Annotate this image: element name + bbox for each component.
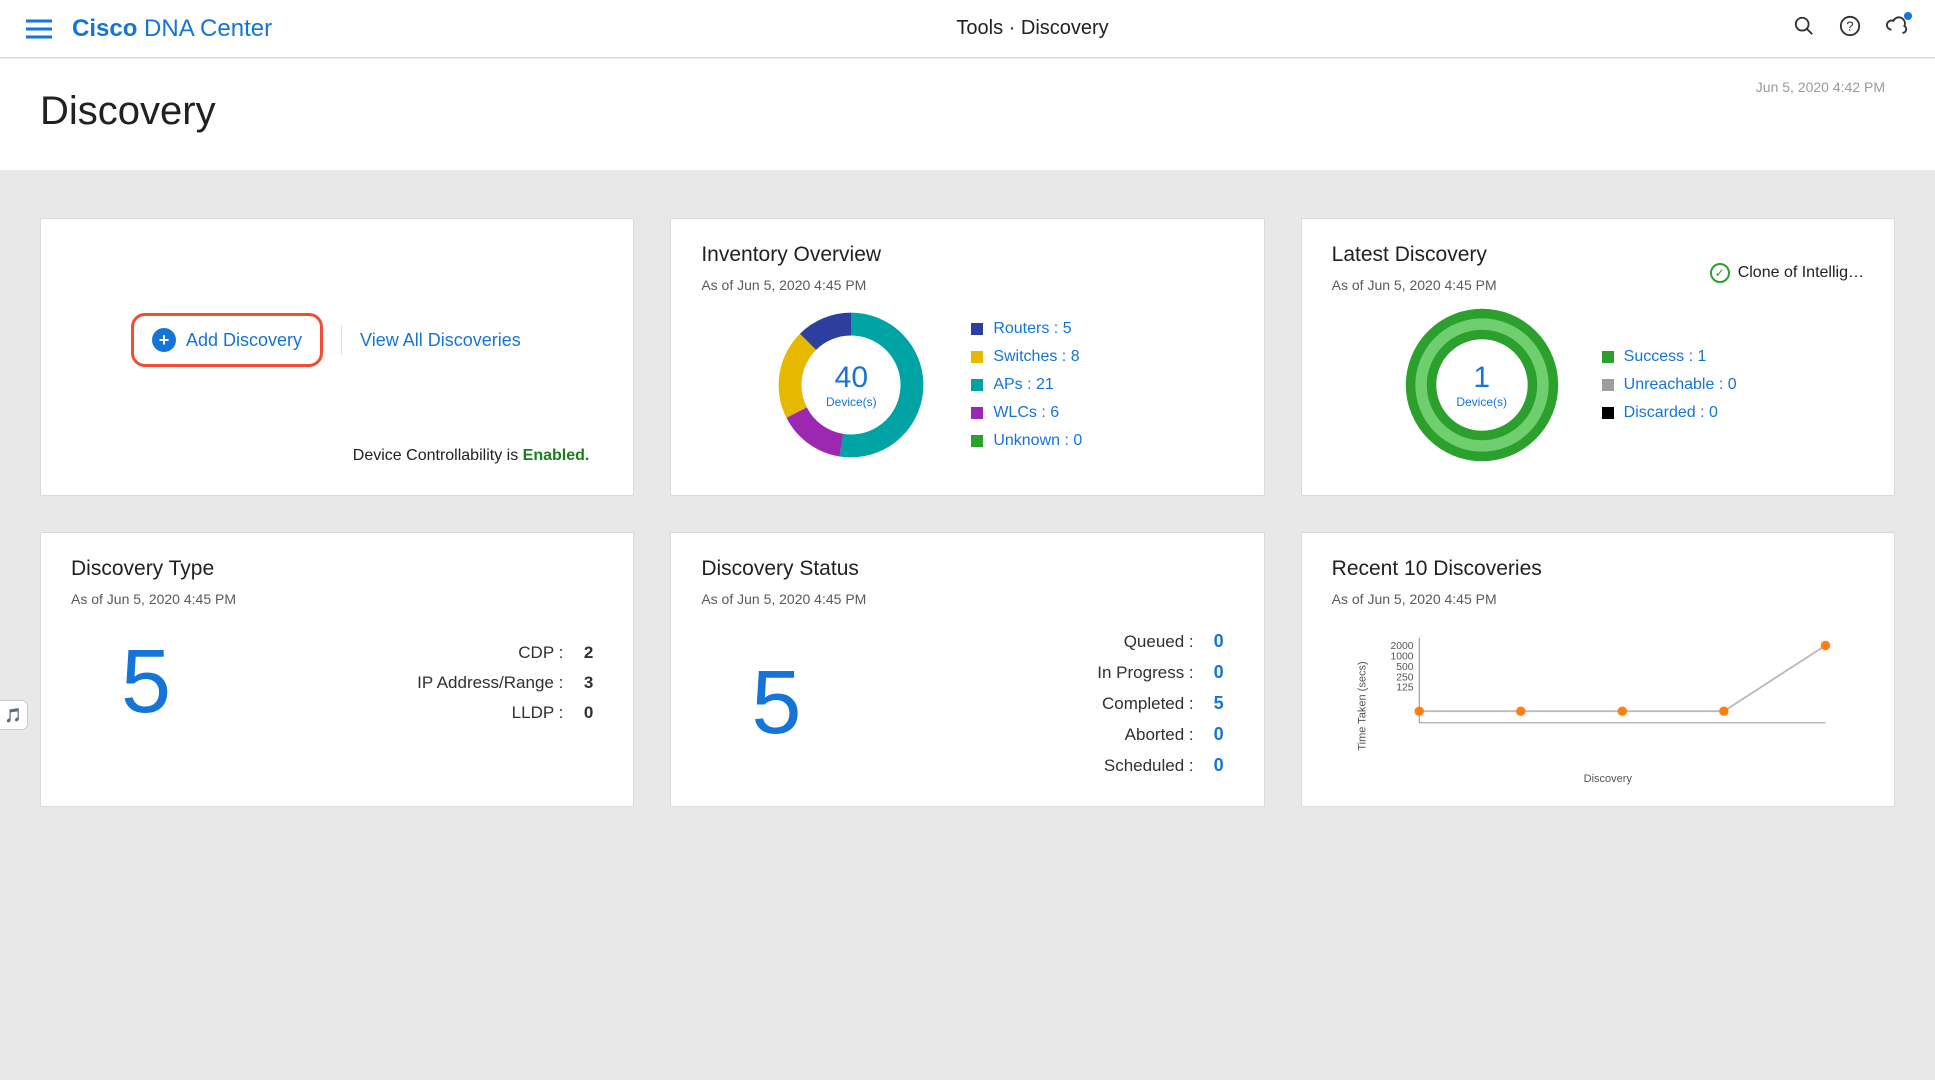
status-count-link[interactable]: 0 xyxy=(1204,662,1224,683)
help-icon[interactable]: ? xyxy=(1839,15,1861,42)
kv-row: Queued :0 xyxy=(1124,631,1224,652)
legend-item[interactable]: Discarded : 0 xyxy=(1602,404,1737,422)
kv-row: CDP :2 xyxy=(518,643,593,663)
legend-item[interactable]: Switches : 8 xyxy=(971,348,1082,366)
latest-discovery-chip[interactable]: ✓ Clone of Intellig… xyxy=(1710,263,1864,283)
brand-light: DNA Center xyxy=(144,15,272,42)
dashboard-grid: + Add Discovery View All Discoveries Dev… xyxy=(0,170,1935,847)
legend-swatch-icon xyxy=(1602,351,1614,363)
legend-item[interactable]: Unreachable : 0 xyxy=(1602,376,1737,394)
card-title: Inventory Overview xyxy=(701,243,1233,267)
add-discovery-highlight: + Add Discovery xyxy=(131,313,323,367)
legend-swatch-icon xyxy=(971,351,983,363)
inventory-donut-chart[interactable]: 40 Device(s) xyxy=(771,305,931,465)
notification-dot-icon xyxy=(1904,12,1912,20)
brand-bold: Cisco xyxy=(72,15,137,42)
svg-text:1000: 1000 xyxy=(1390,651,1413,662)
svg-text:?: ? xyxy=(1846,19,1853,34)
plus-circle-icon: + xyxy=(152,328,176,352)
kv-row: Scheduled :0 xyxy=(1104,755,1224,776)
add-discovery-label: Add Discovery xyxy=(186,330,302,351)
actions-row: + Add Discovery View All Discoveries xyxy=(131,313,603,367)
check-circle-icon: ✓ xyxy=(1710,263,1730,283)
donut-center: 1 Device(s) xyxy=(1402,305,1562,465)
legend-item[interactable]: WLCs : 6 xyxy=(971,404,1082,422)
page-timestamp: Jun 5, 2020 4:42 PM xyxy=(1756,79,1885,95)
card-asof: As of Jun 5, 2020 4:45 PM xyxy=(701,591,1233,607)
recent-discoveries-chart[interactable]: Time Taken (secs) 20001000500250125 Disc… xyxy=(1372,625,1844,775)
status-count-link[interactable]: 0 xyxy=(1204,755,1224,776)
legend-item[interactable]: Success : 1 xyxy=(1602,348,1737,366)
breadcrumb: Tools · Discovery xyxy=(272,17,1793,40)
kv-row: LLDP :0 xyxy=(512,703,594,723)
legend-swatch-icon xyxy=(971,407,983,419)
device-controllability-status: Device Controllability is Enabled. xyxy=(353,447,590,465)
latest-legend: Success : 1 Unreachable : 0 Discarded : 0 xyxy=(1602,348,1737,422)
kv-row: IP Address/Range :3 xyxy=(417,673,593,693)
legend-swatch-icon xyxy=(1602,407,1614,419)
discovery-type-rows: CDP :2 IP Address/Range :3 LLDP :0 xyxy=(417,643,593,723)
recent-discoveries-card: Recent 10 Discoveries As of Jun 5, 2020 … xyxy=(1301,532,1895,807)
kv-row: Aborted :0 xyxy=(1125,724,1224,745)
card-asof: As of Jun 5, 2020 4:45 PM xyxy=(71,591,603,607)
legend-swatch-icon xyxy=(971,323,983,335)
legend-item[interactable]: Routers : 5 xyxy=(971,320,1082,338)
discovery-type-card: Discovery Type As of Jun 5, 2020 4:45 PM… xyxy=(40,532,634,807)
svg-text:250: 250 xyxy=(1396,672,1414,683)
page-title-bar: Jun 5, 2020 4:42 PM Discovery xyxy=(0,58,1935,170)
svg-text:2000: 2000 xyxy=(1390,641,1413,652)
app-header: Cisco DNA Center Tools · Discovery ? xyxy=(0,0,1935,58)
chart-ylabel: Time Taken (secs) xyxy=(1356,661,1368,750)
kv-row: Completed :5 xyxy=(1102,693,1224,714)
search-icon[interactable] xyxy=(1793,15,1815,42)
card-asof: As of Jun 5, 2020 4:45 PM xyxy=(1332,591,1864,607)
card-title: Discovery Status xyxy=(701,557,1233,581)
card-title: Recent 10 Discoveries xyxy=(1332,557,1864,581)
latest-donut-chart[interactable]: 1 Device(s) xyxy=(1402,305,1562,465)
side-tab-icon[interactable]: 🎵 xyxy=(0,700,28,730)
legend-swatch-icon xyxy=(1602,379,1614,391)
discovery-status-rows: Queued :0 In Progress :0 Completed :5 Abort… xyxy=(1097,631,1223,776)
add-discovery-button[interactable]: + Add Discovery xyxy=(152,328,302,352)
card-title: Discovery Type xyxy=(71,557,603,581)
actions-card: + Add Discovery View All Discoveries Dev… xyxy=(40,218,634,496)
legend-swatch-icon xyxy=(971,435,983,447)
chart-xlabel: Discovery xyxy=(1584,773,1632,785)
donut-center: 40 Device(s) xyxy=(771,305,931,465)
brand-logo[interactable]: Cisco DNA Center xyxy=(72,15,272,43)
discovery-status-total: 5 xyxy=(751,652,801,755)
kv-row: In Progress :0 xyxy=(1097,662,1223,683)
status-count-link[interactable]: 0 xyxy=(1204,724,1224,745)
hamburger-icon[interactable] xyxy=(26,19,52,39)
divider xyxy=(341,325,342,355)
status-count-link[interactable]: 0 xyxy=(1204,631,1224,652)
view-all-discoveries-link[interactable]: View All Discoveries xyxy=(360,330,521,351)
svg-text:125: 125 xyxy=(1396,683,1414,694)
legend-item[interactable]: APs : 21 xyxy=(971,376,1082,394)
legend-item[interactable]: Unknown : 0 xyxy=(971,432,1082,450)
status-count-link[interactable]: 5 xyxy=(1204,693,1224,714)
card-asof: As of Jun 5, 2020 4:45 PM xyxy=(701,277,1233,293)
inventory-overview-card: Inventory Overview As of Jun 5, 2020 4:4… xyxy=(670,218,1264,496)
latest-discovery-card: Latest Discovery As of Jun 5, 2020 4:45 … xyxy=(1301,218,1895,496)
cloud-status-icon[interactable] xyxy=(1885,15,1909,42)
inventory-legend: Routers : 5 Switches : 8 APs : 21 WLCs : 6 U… xyxy=(971,320,1082,450)
discovery-type-total: 5 xyxy=(121,631,171,734)
legend-swatch-icon xyxy=(971,379,983,391)
svg-text:500: 500 xyxy=(1396,662,1414,673)
page-title: Discovery xyxy=(40,89,1895,134)
discovery-status-card: Discovery Status As of Jun 5, 2020 4:45 … xyxy=(670,532,1264,807)
header-actions: ? xyxy=(1793,15,1909,42)
